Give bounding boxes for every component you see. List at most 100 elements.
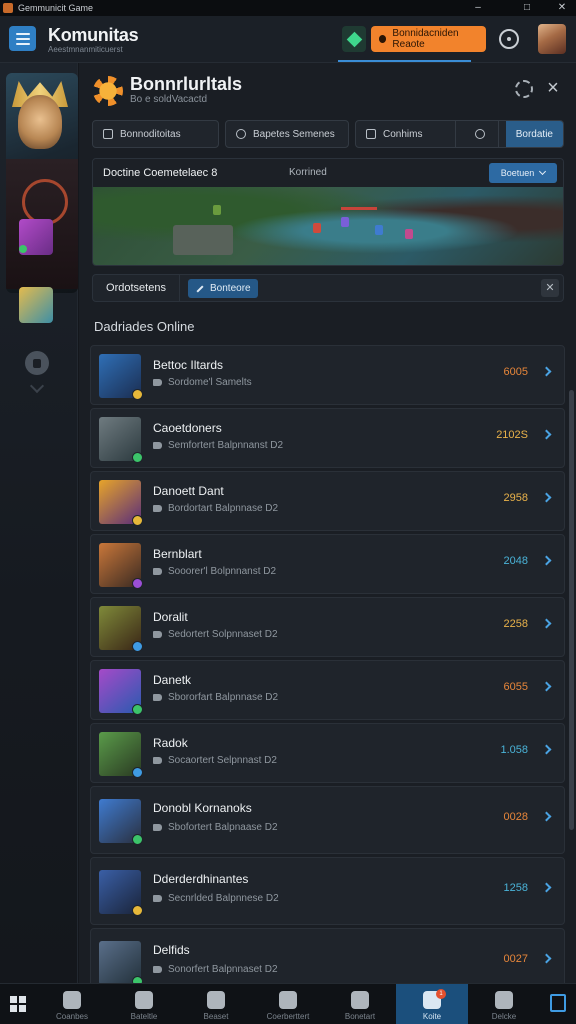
show-desktop-button[interactable]: [540, 984, 576, 1024]
player-score: 0028: [503, 811, 528, 823]
role-badge: [132, 641, 143, 652]
player-detail: Bordortart Balpnnase D2: [168, 503, 279, 514]
gear-icon: [351, 991, 369, 1009]
menu-button[interactable]: [9, 26, 36, 51]
player-info: Secnrlded Balpnnese D2: [153, 893, 279, 904]
taskbar-label: Bateltle: [130, 1012, 158, 1021]
player-info: Sonorfert Balpnnaset D2: [153, 964, 278, 975]
player-detail: Sbofortert Balpnaase D2: [168, 822, 278, 833]
filter-label[interactable]: Ordotsetens: [93, 275, 180, 301]
clock-icon[interactable]: [499, 29, 519, 49]
chevron-right-icon[interactable]: [541, 555, 552, 566]
tab-tools[interactable]: Conhims: [356, 121, 456, 147]
scene-unit: [405, 229, 413, 239]
player-info: Sbofortert Balpnaase D2: [153, 822, 278, 833]
taskbar-label: Coanbes: [55, 1012, 89, 1021]
panel-subtitle: Bo e soldVacactd: [130, 94, 208, 105]
lock-icon[interactable]: [25, 351, 49, 375]
player-detail: Semfortert Balpnnanst D2: [168, 440, 284, 451]
heart-icon: [207, 991, 225, 1009]
start-button[interactable]: [0, 984, 36, 1024]
hero-portrait[interactable]: [6, 73, 78, 293]
filter-row: Ordotsetens Bonteore ✕: [92, 274, 564, 302]
avatar[interactable]: [538, 24, 566, 54]
close-window-button[interactable]: ✕: [548, 0, 576, 16]
hero-thumbnail: [99, 669, 143, 715]
refresh-icon[interactable]: [515, 80, 533, 98]
tab-dashboard[interactable]: Bordatie: [505, 121, 563, 147]
maximize-button[interactable]: □: [513, 0, 541, 16]
minimize-button[interactable]: –: [464, 0, 492, 16]
player-info: Sedortert Solpnnaset D2: [153, 629, 278, 640]
taskbar-item[interactable]: Bateltle: [108, 984, 180, 1024]
role-badge: [132, 515, 143, 526]
rail-hero-2[interactable]: [19, 287, 53, 323]
player-info: Socaortert Selpnnast D2: [153, 755, 277, 766]
player-score: 2958: [503, 492, 528, 504]
hero-thumbnail: [99, 941, 143, 987]
tab-communities[interactable]: Bonnoditoitas: [92, 120, 219, 148]
compass-icon: [279, 991, 297, 1009]
player-score: 2048: [503, 555, 528, 567]
chevron-right-icon[interactable]: [541, 882, 552, 893]
player-name: Dderderdhinantes: [153, 872, 249, 886]
match-dropdown-button[interactable]: Boetuen: [489, 163, 557, 183]
taskbar-item[interactable]: Koite 1: [396, 984, 468, 1024]
cta-button[interactable]: Bonnidacniden Reaote: [371, 26, 486, 52]
hero-thumbnail: [99, 606, 143, 652]
close-icon[interactable]: ×: [545, 77, 561, 99]
list-item[interactable]: Bernblart Sooorer'l Bolpnnanst D2 2048: [90, 534, 565, 594]
chevron-right-icon[interactable]: [541, 618, 552, 629]
chevron-right-icon[interactable]: [541, 492, 552, 503]
gem-icon[interactable]: [342, 26, 366, 52]
chevron-right-icon[interactable]: [541, 953, 552, 964]
list-item[interactable]: Caoetdoners Semfortert Balpnnanst D2 2102S: [90, 408, 565, 468]
chat-icon: [153, 824, 162, 831]
list-item[interactable]: Dderderdhinantes Secnrlded Balpnnese D2 12…: [90, 857, 565, 925]
panel-header: Bonnrlurltals Bo e soldVacactd ×: [79, 63, 576, 117]
hero-thumbnail: [99, 799, 143, 845]
chevron-right-icon[interactable]: [541, 681, 552, 692]
chevron-right-icon[interactable]: [541, 744, 552, 755]
list-item[interactable]: Donobl Kornanoks Sbofortert Balpnaase D2 0…: [90, 786, 565, 854]
match-card[interactable]: Doctine Coemetelaec 8 Korrined Boetuen: [92, 158, 564, 266]
chevron-right-icon[interactable]: [541, 366, 552, 377]
list-item[interactable]: Danetk Sbororfart Balpnnase D2 6055: [90, 660, 565, 720]
tab-games[interactable]: Bapetes Semenes: [225, 120, 349, 148]
chat-icon: [153, 966, 162, 973]
taskbar-item[interactable]: Coanbes: [36, 984, 108, 1024]
player-info: Semfortert Balpnnanst D2: [153, 440, 283, 451]
chevron-right-icon[interactable]: [541, 429, 552, 440]
clear-filter-button[interactable]: ✕: [541, 279, 559, 297]
chevron-down-icon[interactable]: [29, 378, 45, 394]
taskbar-item[interactable]: Coerberttert: [252, 984, 324, 1024]
list-item[interactable]: Bettoc Iltards Sordome'l Samelts 6005: [90, 345, 565, 405]
hero-thumbnail: [99, 480, 143, 526]
scene-health-bar: [341, 207, 377, 210]
tab-group: Conhims Bordatie: [355, 120, 564, 148]
box-icon: [495, 991, 513, 1009]
player-name: Bernblart: [153, 547, 202, 561]
scrollbar[interactable]: [569, 390, 574, 830]
compass-icon: [236, 129, 246, 139]
panel-tabs: Bonnoditoitas Bapetes Semenes Conhims Bo…: [92, 120, 564, 148]
player-name: Radok: [153, 736, 188, 750]
chat-icon: [153, 442, 162, 449]
list-item[interactable]: Danoett Dant Bordortart Balpnnase D2 2958: [90, 471, 565, 531]
chat-icon: [153, 895, 162, 902]
edit-filter-button[interactable]: Bonteore: [188, 279, 258, 298]
panel-title: Bonnrlurltals: [130, 74, 243, 94]
list-item[interactable]: Radok Socaortert Selpnnast D2 1.058: [90, 723, 565, 783]
list-item[interactable]: Doralit Sedortert Solpnnaset D2 2258: [90, 597, 565, 657]
player-detail: Sonorfert Balpnnaset D2: [168, 964, 278, 975]
match-title: Doctine Coemetelaec 8: [103, 167, 218, 179]
taskbar-item[interactable]: Delcke: [468, 984, 540, 1024]
hero-thumbnail: [99, 354, 143, 400]
taskbar-item[interactable]: Beaset: [180, 984, 252, 1024]
windows-icon: [10, 996, 26, 1012]
tab-label: Bonnoditoitas: [120, 128, 181, 140]
tab-link[interactable]: [463, 121, 499, 147]
taskbar-item[interactable]: Bonetart: [324, 984, 396, 1024]
chevron-right-icon[interactable]: [541, 811, 552, 822]
match-header: Doctine Coemetelaec 8 Korrined Boetuen: [93, 159, 563, 187]
